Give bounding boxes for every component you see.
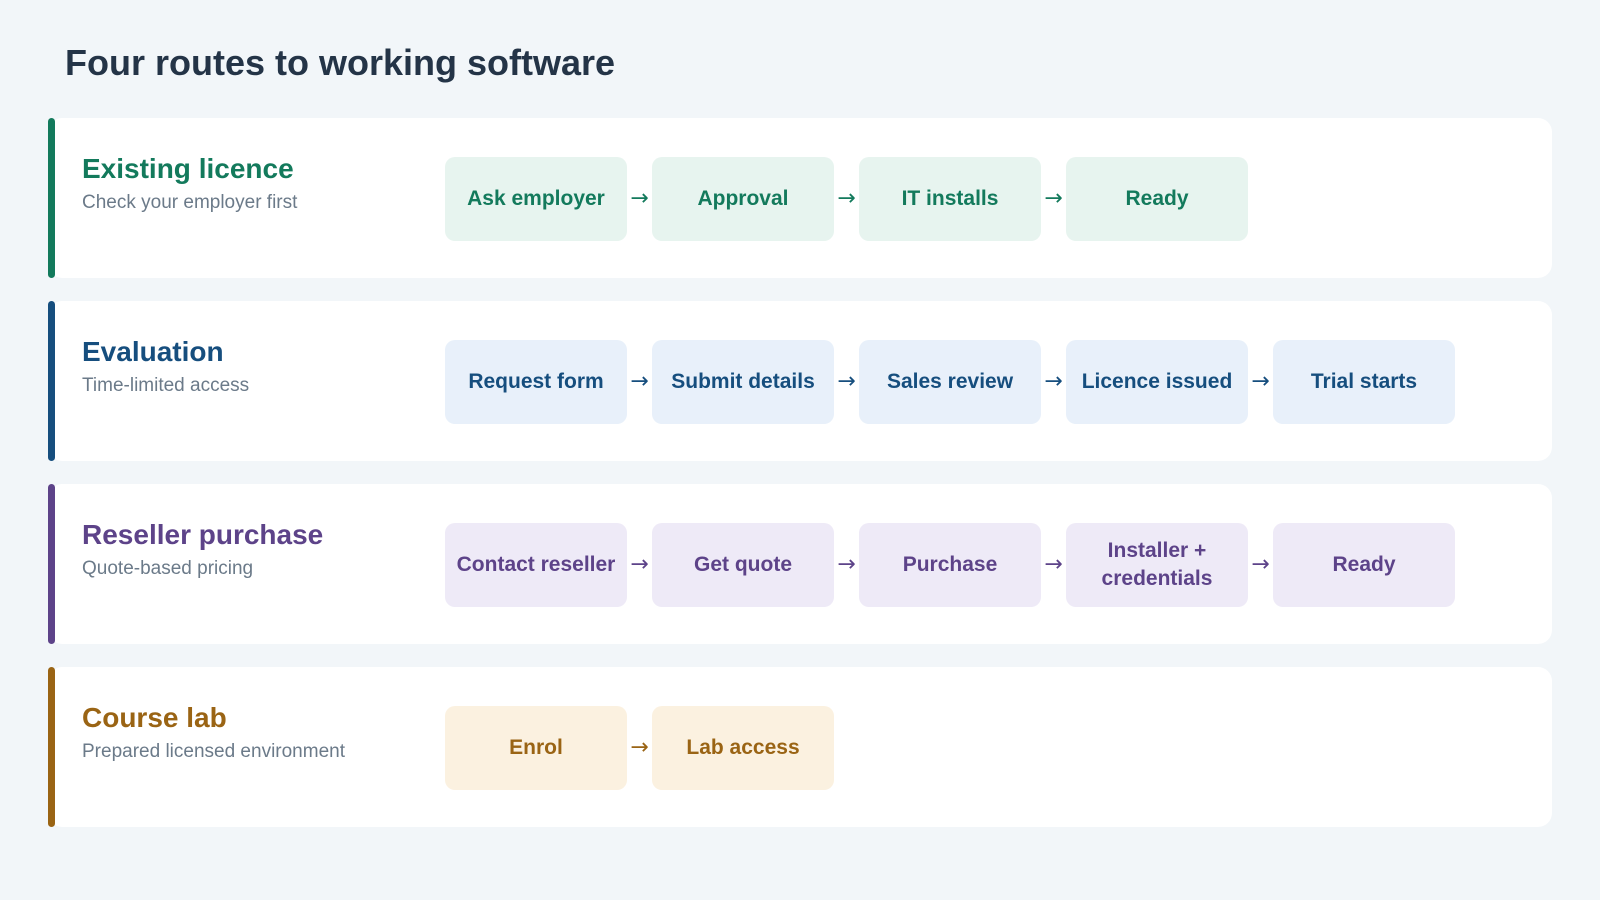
step-box: Sales review (859, 340, 1041, 424)
step-box: Licence issued (1066, 340, 1248, 424)
route-subtitle: Prepared licensed environment (82, 741, 345, 762)
step-box: Enrol (445, 706, 627, 790)
route-steps: Ask employer → Approval → IT installs → Ready (445, 157, 1248, 241)
step-box: Trial starts (1273, 340, 1455, 424)
arrow-right-icon: → (630, 186, 649, 211)
route-name: Evaluation (82, 336, 224, 367)
arrow-right-icon: → (630, 369, 649, 394)
arrow-right-icon: → (1044, 552, 1063, 577)
step-box: IT installs (859, 157, 1041, 241)
route-header: Evaluation Time-limited access (82, 335, 442, 397)
route-accent-bar (48, 484, 55, 644)
route-header: Reseller purchase Quote-based pricing (82, 518, 442, 580)
step-box: Installer + credentials (1066, 523, 1248, 607)
routes-list: Existing licence Check your employer fir… (48, 118, 1552, 850)
route-name: Reseller purchase (82, 519, 324, 550)
route-steps: Contact reseller → Get quote → Purchase → Inst… (445, 523, 1455, 607)
step-box: Purchase (859, 523, 1041, 607)
arrow-right-icon: → (1251, 552, 1270, 577)
arrow-right-icon: → (1251, 369, 1270, 394)
route-course-lab: Course lab Prepared licensed environment… (48, 667, 1552, 827)
step-box: Get quote (652, 523, 834, 607)
step-box: Lab access (652, 706, 834, 790)
route-steps: Request form → Submit details → Sales review… (445, 340, 1455, 424)
route-evaluation: Evaluation Time-limited access Request f… (48, 301, 1552, 461)
arrow-right-icon: → (1044, 369, 1063, 394)
page: Four routes to working software Existing… (0, 0, 1600, 900)
route-accent-bar (48, 667, 55, 827)
arrow-right-icon: → (837, 369, 856, 394)
step-box: Request form (445, 340, 627, 424)
arrow-right-icon: → (630, 552, 649, 577)
step-box: Ready (1273, 523, 1455, 607)
route-name: Existing licence (82, 153, 294, 184)
arrow-right-icon: → (1044, 186, 1063, 211)
arrow-right-icon: → (630, 735, 649, 760)
route-existing-licence: Existing licence Check your employer fir… (48, 118, 1552, 278)
step-box: Submit details (652, 340, 834, 424)
step-box: Ask employer (445, 157, 627, 241)
route-subtitle: Check your employer first (82, 192, 298, 213)
route-steps: Enrol → Lab access (445, 706, 834, 790)
arrow-right-icon: → (837, 552, 856, 577)
route-header: Course lab Prepared licensed environment (82, 701, 442, 763)
step-box: Approval (652, 157, 834, 241)
route-name: Course lab (82, 702, 227, 733)
step-box: Ready (1066, 157, 1248, 241)
route-accent-bar (48, 301, 55, 461)
route-accent-bar (48, 118, 55, 278)
route-header: Existing licence Check your employer fir… (82, 152, 442, 214)
step-box: Contact reseller (445, 523, 627, 607)
page-title: Four routes to working software (65, 42, 616, 83)
route-reseller-purchase: Reseller purchase Quote-based pricing Co… (48, 484, 1552, 644)
arrow-right-icon: → (837, 186, 856, 211)
route-subtitle: Time-limited access (82, 375, 250, 396)
route-subtitle: Quote-based pricing (82, 558, 254, 579)
